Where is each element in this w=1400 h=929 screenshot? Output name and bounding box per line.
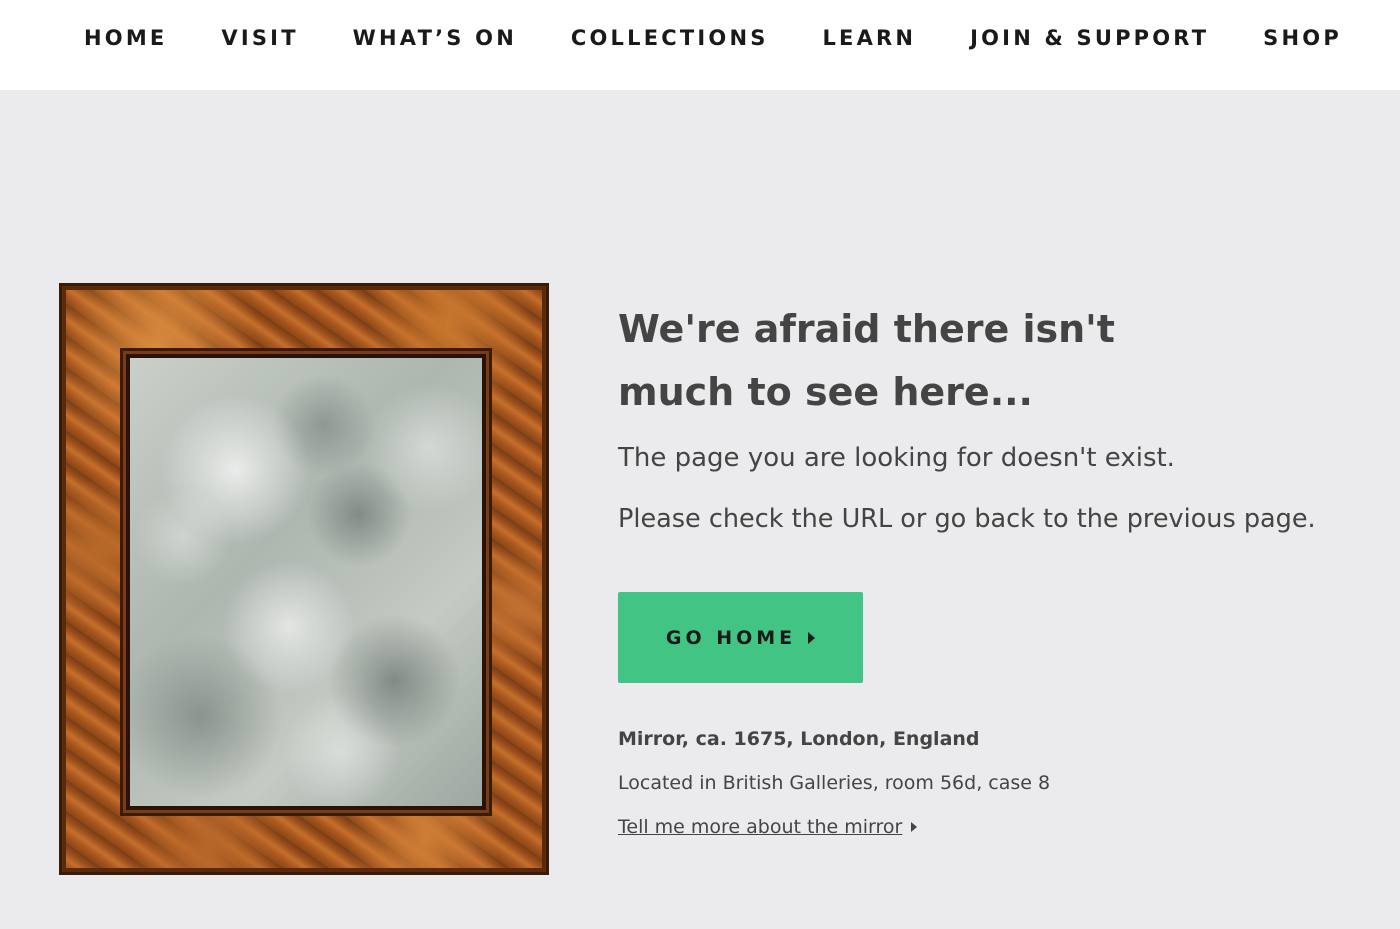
artwork-caption-title: Mirror, ca. 1675, London, England (618, 728, 980, 750)
artwork-caption-location: Located in British Galleries, room 56d, … (618, 772, 1051, 794)
mirror-glass (130, 358, 482, 806)
nav-item-join-support[interactable]: JOIN & SUPPORT (970, 24, 1209, 52)
go-home-label: GO HOME (665, 626, 797, 649)
error-message-not-exist: The page you are looking for doesn't exi… (618, 443, 1175, 473)
top-navigation: HOME VISIT WHAT’S ON COLLECTIONS LEARN J… (0, 0, 1400, 90)
nav-item-shop[interactable]: SHOP (1263, 24, 1342, 52)
error-content: We're afraid there isn't much to see her… (0, 90, 1400, 929)
mirror-image (59, 283, 549, 875)
nav-item-visit[interactable]: VISIT (221, 24, 298, 52)
nav-item-collections[interactable]: COLLECTIONS (571, 24, 769, 52)
chevron-right-icon (911, 822, 918, 832)
nav-item-home[interactable]: HOME (84, 24, 167, 52)
error-text-block: We're afraid there isn't much to see her… (618, 298, 1378, 838)
chevron-right-icon (808, 631, 816, 644)
nav-item-learn[interactable]: LEARN (822, 24, 916, 52)
nav-item-whats-on[interactable]: WHAT’S ON (353, 24, 517, 52)
error-headline: We're afraid there isn't much to see her… (618, 307, 1115, 414)
error-message-check-url: Please check the URL or go back to the p… (618, 504, 1316, 534)
more-about-mirror[interactable]: Tell me more about the mirror (618, 816, 918, 838)
nav-menu: HOME VISIT WHAT’S ON COLLECTIONS LEARN J… (84, 24, 1342, 52)
go-home-button[interactable]: GO HOME (618, 592, 863, 683)
more-about-mirror-link[interactable]: Tell me more about the mirror (618, 816, 902, 838)
mirror-frame (126, 354, 486, 810)
